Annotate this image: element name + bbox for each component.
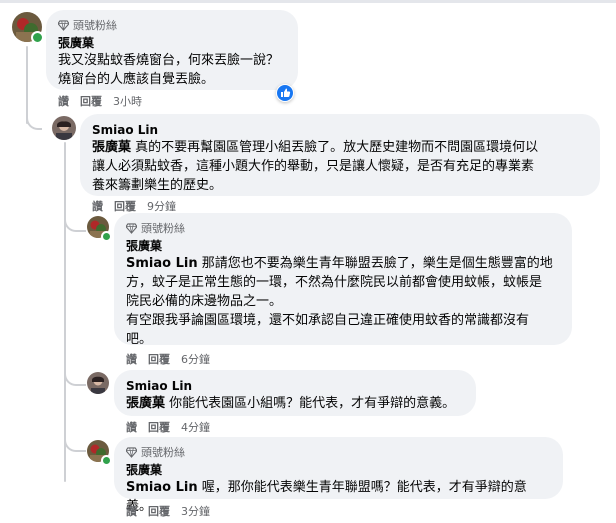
comment-timestamp[interactable]: 6分鐘	[181, 351, 210, 367]
comment-timestamp[interactable]: 3分鐘	[181, 503, 210, 519]
mention-link[interactable]: 張廣菓	[92, 140, 131, 155]
badge-label: 頭號粉絲	[73, 19, 117, 32]
top-fan-badge: 頭號粉絲	[126, 221, 560, 235]
reply-button[interactable]: 回覆	[148, 503, 170, 519]
mention-link[interactable]: 張廣菓	[126, 396, 165, 411]
like-button[interactable]: 讚	[126, 419, 137, 435]
comment-timestamp[interactable]: 3小時	[113, 93, 142, 109]
comment-text: Smiao Lin 那請您也不要為樂生青年聯盟丟臉了，樂生是個生態豐富的地 方，…	[126, 254, 560, 349]
mention-link[interactable]: Smiao Lin	[126, 480, 198, 495]
like-button[interactable]: 讚	[126, 503, 137, 519]
avatar[interactable]	[87, 372, 109, 394]
comment-text: 張廣菓 你能代表園區小組嗎？能代表，才有爭辯的意義。	[126, 394, 464, 413]
comment-author[interactable]: Smiao Lin	[92, 122, 588, 138]
comment-actions: 讚 回覆 4分鐘	[126, 419, 210, 435]
avatar[interactable]	[52, 116, 76, 140]
comment-author[interactable]: 張廣菓	[126, 238, 560, 254]
comment-author[interactable]: Smiao Lin	[126, 378, 464, 394]
like-button[interactable]: 讚	[126, 351, 137, 367]
thread-curve	[64, 208, 86, 232]
diamond-icon	[126, 222, 137, 234]
comment-timestamp[interactable]: 9分鐘	[147, 198, 176, 214]
comment-author[interactable]: 張廣菓	[58, 35, 286, 51]
badge-label: 頭號粉絲	[141, 446, 185, 459]
comment-line: 養來籌劃樂生的歷史。	[92, 178, 223, 193]
diamond-icon	[126, 446, 137, 458]
online-status-dot	[101, 231, 112, 242]
mention-link[interactable]: Smiao Lin	[126, 256, 198, 271]
reply-button[interactable]: 回覆	[80, 93, 102, 109]
comment-line: 燒窗台的人應該自覺丟臉。	[58, 72, 215, 87]
badge-label: 頭號粉絲	[141, 222, 185, 235]
comment-bubble: Smiao Lin 張廣菓 真的不要再幫園區管理小組丟臉了。放大歷史建物而不問園…	[80, 114, 600, 196]
comment-actions: 讚 回覆 9分鐘	[92, 198, 176, 214]
reply-button[interactable]: 回覆	[148, 419, 170, 435]
comment-line: 讓人必須點蚊香，這種小題大作的舉動，只是讓人懷疑，是否有充足的專業素	[92, 159, 535, 174]
thread-curve	[64, 426, 86, 452]
comment-line: 有空跟我爭論園區環境，還不如承認自己違正確使用蚊香的常識都沒有	[126, 313, 530, 328]
comment-author[interactable]: 張廣菓	[126, 462, 551, 478]
comment-text: 張廣菓 真的不要再幫園區管理小組丟臉了。放大歷史建物而不問園區環境何以 讓人必須…	[92, 138, 588, 195]
comment-line: Smiao Lin 那請您也不要為樂生青年聯盟丟臉了，樂生是個生態豐富的地	[126, 256, 553, 271]
comment-line: 張廣菓 你能代表園區小組嗎？能代表，才有爭辯的意義。	[126, 396, 456, 411]
comment-bubble: Smiao Lin 張廣菓 你能代表園區小組嗎？能代表，才有爭辯的意義。	[114, 370, 476, 416]
comment-actions: 讚 回覆 3分鐘	[126, 503, 210, 519]
top-fan-badge: 頭號粉絲	[126, 445, 551, 459]
comment-bubble: 頭號粉絲 張廣菓 我又沒點蚊香燒窗台，何來丟臉一說？ 燒窗台的人應該自覺丟臉。	[46, 10, 298, 90]
comment-bubble: 頭號粉絲 張廣菓 Smiao Lin 那請您也不要為樂生青年聯盟丟臉了，樂生是個…	[114, 213, 572, 347]
comment-line: 張廣菓 真的不要再幫園區管理小組丟臉了。放大歷史建物而不問園區環境何以	[92, 140, 539, 155]
diamond-icon	[58, 19, 69, 31]
reply-button[interactable]: 回覆	[148, 351, 170, 367]
comment-line: 吧。	[126, 332, 153, 347]
thumbs-up-icon	[277, 85, 293, 101]
comment-actions: 讚 回覆 3小時	[58, 93, 142, 109]
online-status-dot	[31, 31, 44, 44]
comment-text: 我又沒點蚊香燒窗台，何來丟臉一說？ 燒窗台的人應該自覺丟臉。	[58, 51, 286, 89]
online-status-dot	[101, 455, 112, 466]
like-button[interactable]: 讚	[58, 93, 69, 109]
thread-curve	[64, 360, 86, 386]
comment-line: 我又沒點蚊香燒窗台，何來丟臉一說？	[58, 53, 280, 68]
comment-line: 方，蚊子是正常生態的一環，不然為什麼院民以前都會使用蚊帳，蚊帳是	[126, 275, 543, 290]
top-fan-badge: 頭號粉絲	[58, 18, 286, 32]
like-button[interactable]: 讚	[92, 198, 103, 214]
reply-button[interactable]: 回覆	[114, 198, 136, 214]
like-reaction-badge[interactable]	[276, 84, 294, 102]
top-divider	[0, 0, 616, 3]
comment-timestamp[interactable]: 4分鐘	[181, 419, 210, 435]
comment-bubble: 頭號粉絲 張廣菓 Smiao Lin 喔，那你能代表樂生青年聯盟嗎？能代表，才有…	[114, 437, 563, 514]
comment-line: 院民必備的床邊物品之一。	[126, 294, 283, 309]
comment-actions: 讚 回覆 6分鐘	[126, 351, 210, 367]
thread-curve	[26, 100, 42, 130]
